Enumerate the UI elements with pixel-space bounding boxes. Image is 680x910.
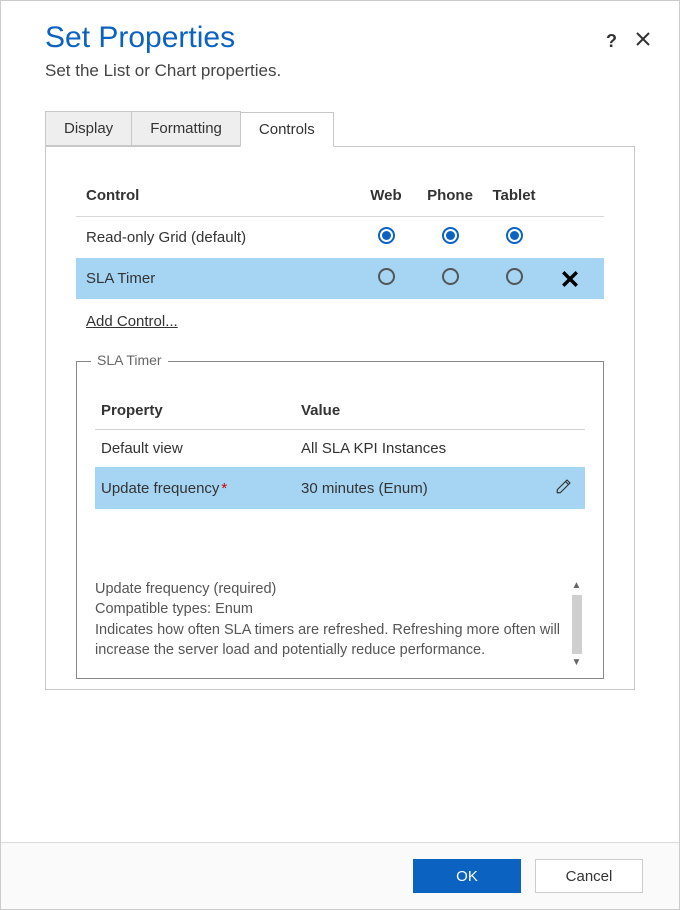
col-header-tablet: Tablet xyxy=(482,187,546,204)
table-row[interactable]: SLA Timer xyxy=(76,258,604,299)
scrollbar-thumb[interactable] xyxy=(572,595,582,654)
col-header-web: Web xyxy=(354,187,418,204)
radio-web[interactable] xyxy=(378,227,395,244)
radio-web[interactable] xyxy=(378,268,395,285)
col-header-control: Control xyxy=(86,187,354,204)
tab-controls[interactable]: Controls xyxy=(240,112,334,147)
required-star-icon: * xyxy=(221,480,227,497)
property-description: Update frequency (required) Compatible t… xyxy=(95,579,585,660)
chevron-up-icon[interactable]: ▲ xyxy=(572,579,582,593)
dialog-title: Set Properties xyxy=(45,21,635,55)
table-row[interactable]: Read-only Grid (default) xyxy=(76,217,604,258)
dialog-footer: OK Cancel xyxy=(1,842,679,909)
description-line: Update frequency (required) xyxy=(95,579,561,599)
close-icon[interactable] xyxy=(635,31,651,52)
property-value: All SLA KPI Instances xyxy=(301,440,539,457)
tabstrip: Display Formatting Controls xyxy=(45,111,635,147)
dialog-header: Set Properties Set the List or Chart pro… xyxy=(1,1,679,91)
col-header-phone: Phone xyxy=(418,187,482,204)
ok-button[interactable]: OK xyxy=(413,859,521,893)
fieldset-legend: SLA Timer xyxy=(91,352,168,368)
controls-table: Control Web Phone Tablet Read-only Grid … xyxy=(76,177,604,299)
description-line: Compatible types: Enum xyxy=(95,599,561,619)
dialog-subtitle: Set the List or Chart properties. xyxy=(45,61,635,81)
property-row[interactable]: Default view All SLA KPI Instances xyxy=(95,430,585,467)
tab-display[interactable]: Display xyxy=(45,111,132,146)
property-row[interactable]: Update frequency* 30 minutes (Enum) xyxy=(95,467,585,509)
sla-timer-fieldset: SLA Timer Property Value Default view Al… xyxy=(76,361,604,679)
col-header-value: Value xyxy=(301,402,539,419)
edit-icon[interactable] xyxy=(539,477,579,499)
add-control-link[interactable]: Add Control... xyxy=(86,313,178,330)
property-name: Default view xyxy=(101,440,301,457)
help-icon[interactable]: ? xyxy=(606,31,617,52)
set-properties-dialog: Set Properties Set the List or Chart pro… xyxy=(0,0,680,910)
radio-phone[interactable] xyxy=(442,227,459,244)
radio-phone[interactable] xyxy=(442,268,459,285)
remove-control-icon[interactable] xyxy=(546,270,594,288)
scrollbar[interactable]: ▲ ▼ xyxy=(568,579,585,670)
controls-panel: Control Web Phone Tablet Read-only Grid … xyxy=(45,147,635,690)
control-label: SLA Timer xyxy=(86,270,354,287)
radio-tablet[interactable] xyxy=(506,227,523,244)
description-line: Indicates how often SLA timers are refre… xyxy=(95,620,561,661)
dialog-body: Display Formatting Controls Control Web … xyxy=(1,91,679,842)
col-header-property: Property xyxy=(101,402,301,419)
control-label: Read-only Grid (default) xyxy=(86,229,354,246)
cancel-button[interactable]: Cancel xyxy=(535,859,643,893)
property-name: Update frequency* xyxy=(101,480,301,497)
tab-formatting[interactable]: Formatting xyxy=(131,111,241,146)
chevron-down-icon[interactable]: ▼ xyxy=(572,656,582,670)
radio-tablet[interactable] xyxy=(506,268,523,285)
property-value: 30 minutes (Enum) xyxy=(301,480,539,497)
